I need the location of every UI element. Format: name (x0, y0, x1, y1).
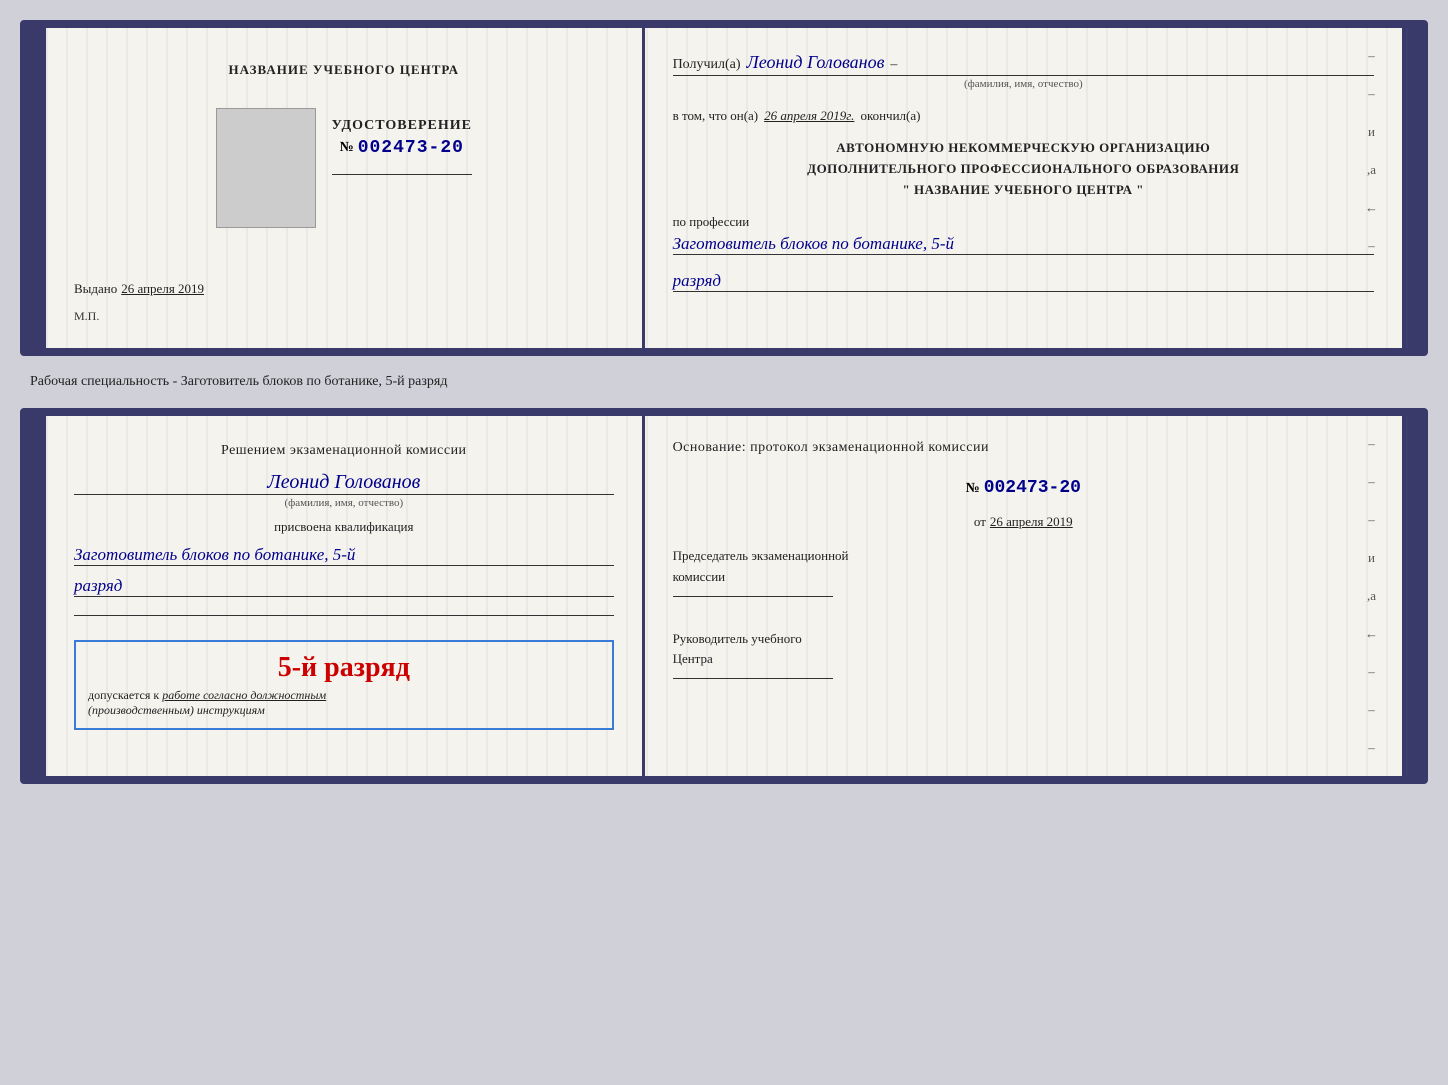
qualification-value: Заготовитель блоков по ботанике, 5-й (74, 545, 614, 566)
stamp-box: 5-й разряд допускается к работе согласно… (74, 640, 614, 730)
chairman-title: Председатель экзаменационной (673, 546, 1374, 567)
protocol-date-prefix: от (974, 514, 986, 530)
assigned-label: присвоена квалификация (74, 519, 614, 535)
cert-title: УДОСТОВЕРЕНИЕ (332, 118, 472, 134)
mp-label: М.П. (74, 309, 614, 324)
decision-line1: Решением экзаменационной комиссии (221, 443, 467, 458)
profession-value: Заготовитель блоков по ботанике, 5-й (673, 234, 1374, 255)
marker-l4: – (1368, 664, 1375, 680)
handwritten-date: 26 апреля 2019г. (764, 108, 854, 124)
razryad-upper: разряд (673, 271, 721, 290)
upper-document: НАЗВАНИЕ УЧЕБНОГО ЦЕНТРА УДОСТОВЕРЕНИЕ №… (20, 20, 1428, 356)
razryad-lower: разряд (74, 576, 122, 595)
director-block: Руководитель учебного Центра (673, 629, 1374, 680)
director-title: Руководитель учебного (673, 629, 1374, 650)
chairman-signature-line (673, 596, 833, 597)
date-suffix: окончил(а) (860, 108, 920, 124)
org-name-upper-left: НАЗВАНИЕ УЧЕБНОГО ЦЕНТРА (229, 62, 460, 78)
marker-larrow: ← (1365, 626, 1378, 642)
cert-number: 002473-20 (358, 138, 464, 158)
stamp-grade: 5-й разряд (88, 652, 600, 684)
marker-l1: – (1368, 436, 1375, 452)
divider-line (332, 174, 472, 175)
marker-l5: – (1368, 702, 1375, 718)
stamp-admission: допускается к работе согласно должностны… (88, 688, 600, 703)
issued-row: Выдано 26 апреля 2019 (74, 281, 614, 297)
date-row: в том, что он(а) 26 апреля 2019г. окончи… (673, 108, 1374, 124)
decision-title: Решением экзаменационной комиссии (74, 440, 614, 461)
director-title2: Центра (673, 649, 1374, 670)
director-signature-line (673, 678, 833, 679)
received-prefix: Получил(а) (673, 57, 741, 73)
right-spine-upper (1402, 28, 1420, 348)
chairman-block: Председатель экзаменационной комиссии (673, 546, 1374, 597)
marker-arrow: ← (1365, 200, 1378, 216)
lower-left-panel: Решением экзаменационной комиссии Леонид… (46, 416, 645, 776)
chairman-title2: комиссии (673, 567, 1374, 588)
marker-li: и (1368, 550, 1375, 566)
profession-block: по профессии Заготовитель блоков по бота… (673, 214, 1374, 255)
separator-label: Рабочая специальность - Заготовитель бло… (30, 374, 1428, 390)
marker-l3: – (1368, 512, 1375, 528)
marker-1: – (1368, 48, 1375, 64)
upper-left-panel: НАЗВАНИЕ УЧЕБНОГО ЦЕНТРА УДОСТОВЕРЕНИЕ №… (46, 28, 645, 348)
org-line2: ДОПОЛНИТЕЛЬНОГО ПРОФЕССИОНАЛЬНОГО ОБРАЗО… (673, 159, 1374, 180)
org-block: АВТОНОМНУЮ НЕКОММЕРЧЕСКУЮ ОРГАНИЗАЦИЮ ДО… (673, 138, 1374, 200)
marker-l2: – (1368, 474, 1375, 490)
marker-3: – (1368, 238, 1375, 254)
left-spine (28, 28, 46, 348)
right-spine-lower (1402, 416, 1420, 776)
upper-right-panel: Получил(а) Леонид Голованов – (фамилия, … (645, 28, 1402, 348)
issued-date: 26 апреля 2019 (121, 281, 204, 297)
dash-after-name: – (890, 57, 897, 73)
protocol-date-value: 26 апреля 2019 (990, 514, 1073, 530)
decision-name: Леонид Голованов (74, 471, 614, 495)
cert-number-prefix: № (340, 140, 354, 156)
protocol-prefix: № (966, 481, 980, 496)
marker-la: ,а (1367, 588, 1376, 604)
date-prefix: в том, что он(а) (673, 108, 759, 124)
photo-placeholder (216, 108, 316, 228)
marker-l6: – (1368, 740, 1375, 756)
received-row: Получил(а) Леонид Голованов – (673, 52, 1374, 76)
protocol-number: 002473-20 (984, 478, 1081, 498)
recipient-sublabel: (фамилия, имя, отчество) (673, 78, 1374, 90)
marker-a: ,а (1367, 162, 1376, 178)
lower-document: Решением экзаменационной комиссии Леонид… (20, 408, 1428, 784)
marker-l7: – (1368, 778, 1375, 784)
stamp-admission-text: допускается к (88, 688, 159, 702)
page-wrapper: НАЗВАНИЕ УЧЕБНОГО ЦЕНТРА УДОСТОВЕРЕНИЕ №… (20, 20, 1428, 784)
cert-center-block: УДОСТОВЕРЕНИЕ № 002473-20 (332, 118, 472, 183)
left-spine-lower (28, 416, 46, 776)
marker-2: – (1368, 86, 1375, 102)
basis-title: Основание: протокол экзаменационной коми… (673, 440, 1374, 456)
marker-и: и (1368, 124, 1375, 140)
lower-right-panel: Основание: протокол экзаменационной коми… (645, 416, 1402, 776)
protocol-date: от 26 апреля 2019 (673, 514, 1374, 530)
divider-lower (74, 615, 614, 616)
org-line3: " НАЗВАНИЕ УЧЕБНОГО ЦЕНТРА " (673, 180, 1374, 201)
org-line1: АВТОНОМНУЮ НЕКОММЕРЧЕСКУЮ ОРГАНИЗАЦИЮ (673, 138, 1374, 159)
issued-label: Выдано (74, 281, 117, 297)
stamp-instructions: (производственным) инструкциям (88, 703, 600, 718)
recipient-name: Леонид Голованов (747, 52, 885, 73)
profession-prefix: по профессии (673, 214, 750, 229)
person-sublabel: (фамилия, имя, отчество) (74, 497, 614, 509)
stamp-work: работе согласно должностным (162, 688, 326, 702)
